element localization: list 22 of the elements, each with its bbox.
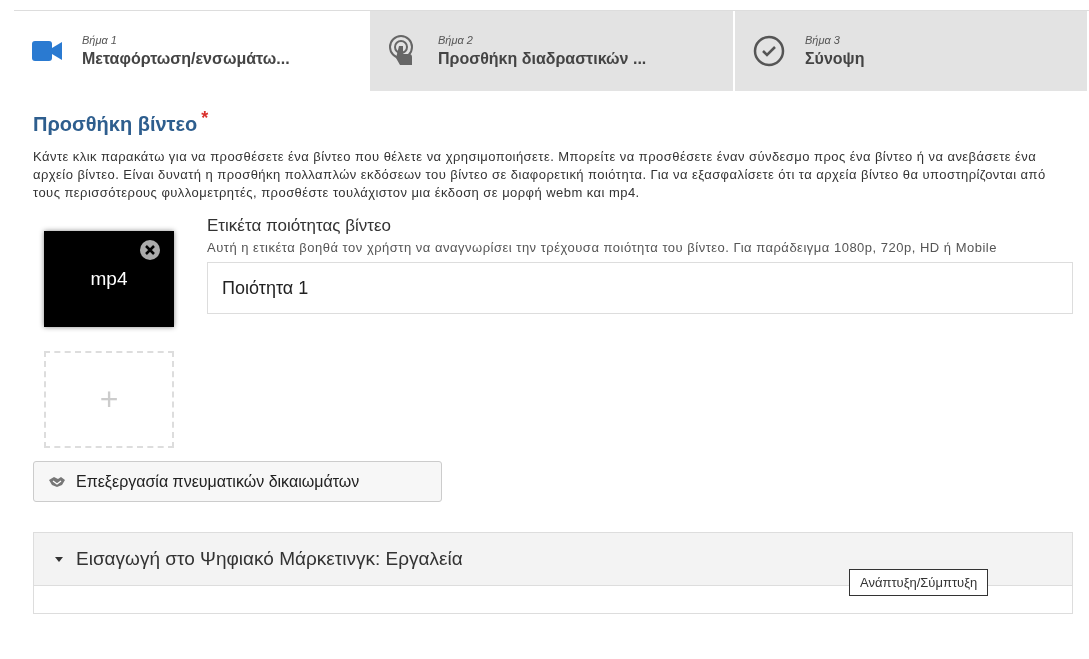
step-label: Μεταφόρτωση/ενσωμάτω...	[82, 50, 290, 68]
field-label: Ετικέτα ποιότητας βίντεο	[207, 216, 393, 236]
quality-field[interactable]: Ποιότητα 1	[207, 262, 1073, 314]
format-label: mp4	[90, 268, 128, 290]
step-number: Βήμα 1	[82, 34, 118, 46]
step-tab[interactable]: Βήμα 2 Προσθήκη διαδραστικών ...	[370, 11, 735, 91]
required-mark: *	[201, 108, 209, 130]
section-description: Κάντε κλικ παρακάτω για να προσθέσετε ένα βίντεο που θέλετε να χρησιμοποιήσετε. Μπορείτε να προσθέσετε έναν σύνδεσμο προς ένα βίντεο ή να ανεβάσετε ένα αρχείο βίντεο. Είναι δυνατή η προσθήκη πολλαπλών εκδόσεων του βίντεο σε διαφορετική ποιότητα. Για να εξασφαλίσετε ότι τα αρχεία βίντεο θα υποστηρίζονται από τους περισσότερους φυλλομετρητές, προσθέστε τουλάχιστον μια έκδοση σε μορφή webm και mp4.	[33, 148, 1047, 202]
video-thumbnail[interactable]: mp4	[44, 231, 174, 327]
copyright-button[interactable]: Επεξεργασία πνευματικών δικαιωμάτων	[33, 461, 442, 502]
section-title: Προσθήκη βίντεο	[33, 113, 198, 136]
accordion-title: Εισαγωγή στο Ψηφιακό Μάρκετινγκ: Εργαλεία	[76, 548, 463, 570]
video-camera-icon	[32, 40, 62, 62]
step-tab[interactable]: Βήμα 3 Σύνοψη	[735, 11, 1089, 91]
step-label: Προσθήκη διαδραστικών ...	[438, 50, 647, 68]
tooltip: Ανάπτυξη/Σύμπτυξη	[849, 569, 989, 596]
check-circle-icon	[753, 35, 785, 67]
step-number: Βήμα 3	[805, 34, 841, 46]
step-label: Σύνοψη	[805, 50, 865, 68]
step-number: Βήμα 2	[438, 34, 474, 46]
field-help: Αυτή η ετικέτα βοηθά τον χρήστη να αναγνωρίσει την τρέχουσα ποιότητα του βίντεο. Για παράδειγμα 1080p, 720p, HD ή Mobile	[207, 239, 998, 257]
remove-icon[interactable]	[140, 240, 160, 260]
